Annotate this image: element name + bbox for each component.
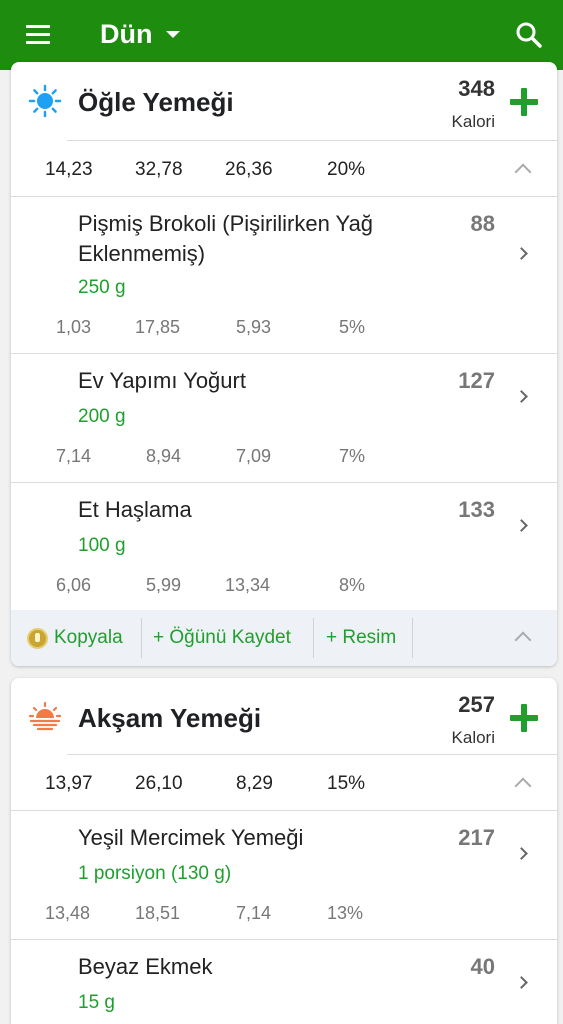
macro-value: 8,29 <box>236 773 273 794</box>
macro-value: 7,14 <box>236 903 272 923</box>
sunset-icon <box>28 700 62 734</box>
chevron-right-icon <box>515 390 528 403</box>
caret-down-icon <box>166 30 181 38</box>
hamburger-menu-icon[interactable] <box>24 22 54 48</box>
macro-value: 13% <box>327 903 364 923</box>
macro-value: 8% <box>339 575 366 595</box>
food-quantity: 200 g <box>78 406 126 427</box>
food-name: Ev Yapımı Yoğurt <box>78 368 246 393</box>
meal-card-dinner: Akşam Yemeği 257 Kalori 13,97 26,10 8,29… <box>11 678 557 1024</box>
food-item[interactable]: Beyaz Ekmek 40 15 g <box>11 940 557 1024</box>
date-title: Dün <box>100 18 153 49</box>
add-photo-label: + Resim <box>326 627 397 648</box>
macro-value: 6,06 <box>56 575 92 595</box>
chevron-right-icon <box>515 847 528 860</box>
food-quantity: 1 porsiyon (130 g) <box>78 863 232 884</box>
food-name: Pişmiş Brokoli (Pişirilirken Yağ Eklenme… <box>78 211 374 266</box>
food-calories: 217 <box>458 825 495 850</box>
food-item[interactable]: Pişmiş Brokoli (Pişirilirken Yağ Eklenme… <box>11 197 557 353</box>
meal-title: Akşam Yemeği <box>78 703 262 733</box>
food-calories: 88 <box>470 211 495 236</box>
meal-title: Öğle Yemeği <box>78 87 234 117</box>
copy-button[interactable]: Kopyala <box>27 610 123 666</box>
copy-label: Kopyala <box>54 627 123 648</box>
save-meal-button[interactable]: + Öğünü Kaydet <box>153 610 291 666</box>
food-item[interactable]: Et Haşlama 133 100 g 6,06 5,99 13,34 8% <box>11 483 557 610</box>
macro-value: 26,10 <box>135 773 183 794</box>
add-food-button[interactable] <box>508 702 540 734</box>
food-item[interactable]: Yeşil Mercimek Yemeği 217 1 porsiyon (13… <box>11 811 557 939</box>
meal-action-bar: Kopyala + Öğünü Kaydet + Resim <box>11 610 557 666</box>
collapse-chevron-icon[interactable] <box>514 631 532 649</box>
macro-value: 7,14 <box>56 446 92 466</box>
meal-card-lunch: Öğle Yemeği 348 Kalori 14,23 32,78 26,36… <box>11 62 557 666</box>
food-name: Beyaz Ekmek <box>78 954 213 979</box>
sun-icon <box>28 84 62 118</box>
macro-value: 13,48 <box>45 903 91 923</box>
macro-value: 13,34 <box>225 575 271 595</box>
search-icon[interactable] <box>512 18 546 52</box>
divider <box>313 618 314 658</box>
divider <box>141 618 142 658</box>
macro-value: 18,51 <box>135 903 181 923</box>
chevron-right-icon <box>515 976 528 989</box>
food-name: Et Haşlama <box>78 497 192 522</box>
macro-value: 15% <box>327 773 366 794</box>
coin-icon <box>27 627 48 649</box>
food-calories: 40 <box>470 954 495 979</box>
macro-value: 1,03 <box>56 317 92 337</box>
macro-value: 20% <box>327 159 366 180</box>
food-calories: 127 <box>458 368 495 393</box>
macro-value: 5% <box>339 317 366 337</box>
macro-value: 7,09 <box>236 446 272 466</box>
macro-value: 5,99 <box>146 575 182 595</box>
macro-value: 8,94 <box>146 446 182 466</box>
collapse-chevron-icon[interactable] <box>514 163 532 181</box>
food-quantity: 250 g <box>78 277 126 298</box>
add-food-button[interactable] <box>508 86 540 118</box>
divider <box>412 618 413 658</box>
food-quantity: 100 g <box>78 535 126 556</box>
meal-calories-unit: Kalori <box>451 112 495 131</box>
date-selector[interactable]: Dün <box>100 14 181 54</box>
divider <box>67 754 557 755</box>
chevron-right-icon <box>515 519 528 532</box>
meal-calories: 257 <box>458 692 495 717</box>
save-meal-label: + Öğünü Kaydet <box>153 627 291 648</box>
divider <box>67 140 557 141</box>
food-calories: 133 <box>458 497 495 522</box>
macro-value: 5,93 <box>236 317 272 337</box>
macro-value: 14,23 <box>45 159 93 180</box>
macro-value: 7% <box>339 446 366 466</box>
meal-calories: 348 <box>458 76 495 101</box>
food-item[interactable]: Ev Yapımı Yoğurt 127 200 g 7,14 8,94 7,0… <box>11 354 557 482</box>
food-name: Yeşil Mercimek Yemeği <box>78 825 304 850</box>
macro-value: 17,85 <box>135 317 181 337</box>
food-quantity: 15 g <box>78 992 115 1013</box>
macro-value: 13,97 <box>45 773 93 794</box>
meal-calories-unit: Kalori <box>451 728 495 747</box>
chevron-right-icon <box>515 247 528 260</box>
macro-value: 26,36 <box>225 159 273 180</box>
macro-value: 32,78 <box>135 159 183 180</box>
add-photo-button[interactable]: + Resim <box>326 610 396 666</box>
collapse-chevron-icon[interactable] <box>514 777 532 795</box>
app-bar: Dün <box>0 0 563 70</box>
